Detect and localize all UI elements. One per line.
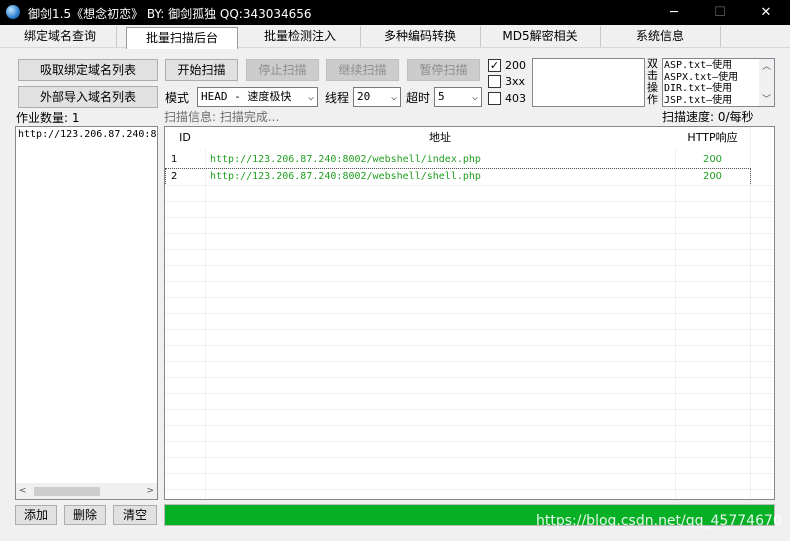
row-id: 1	[171, 154, 178, 165]
import-external-domains-button[interactable]: 外部导入域名列表	[18, 86, 158, 108]
mode-value: HEAD - 速度极快	[201, 90, 292, 103]
stop-scan-button[interactable]: 停止扫描	[246, 59, 319, 81]
check-icon: ✓	[489, 59, 500, 72]
row-url: http://123.206.87.240:8002/webshell/inde…	[210, 154, 481, 165]
job-count-label: 作业数量: 1	[16, 111, 80, 125]
tab-bar: 绑定域名查询 批量扫描后台 批量检测注入 多种编码转换 MD5解密相关 系统信息	[0, 25, 790, 49]
tab-domain-lookup[interactable]: 绑定域名查询	[4, 26, 117, 47]
chevron-down-icon: ⌵	[471, 92, 478, 103]
grid-line	[165, 345, 773, 346]
add-button[interactable]: 添加	[15, 505, 57, 525]
grid-line	[165, 281, 773, 282]
threads-label: 线程	[325, 91, 350, 105]
dictionary-item[interactable]: DIR.txt—使用	[664, 83, 738, 95]
grid-line	[165, 185, 773, 186]
grid-line	[165, 249, 773, 250]
status-3xx-label: 3xx	[505, 75, 526, 88]
mode-select[interactable]: HEAD - 速度极快 ⌵	[197, 87, 318, 107]
domain-list[interactable]: http://123.206.87.240:8002 < >	[15, 126, 158, 500]
tab-batch-injection[interactable]: 批量检测注入	[240, 26, 361, 47]
tab-batch-admin-scan[interactable]: 批量扫描后台	[126, 27, 238, 49]
threads-select[interactable]: 20 ⌵	[353, 87, 401, 107]
mode-label: 模式	[165, 91, 190, 105]
horizontal-scrollbar[interactable]: < >	[16, 483, 157, 499]
grid-line	[165, 201, 773, 202]
status-200-label: 200	[505, 59, 526, 72]
watermark: https://blog.csdn.net/qq_45774670	[536, 513, 782, 529]
minimize-icon: ─	[670, 5, 678, 20]
results-table[interactable]: ID 地址 HTTP响应 1 http://123.206.87.240:800…	[164, 126, 775, 500]
app-globe-icon	[6, 5, 20, 19]
chevron-down-icon: ⌵	[390, 92, 397, 103]
tab-encoding[interactable]: 多种编码转换	[360, 26, 481, 47]
list-item[interactable]: http://123.206.87.240:8002	[18, 128, 157, 142]
grid-line	[165, 313, 773, 314]
row-http-code: 200	[702, 171, 723, 182]
table-row[interactable]: 1 http://123.206.87.240:8002/webshell/in…	[165, 152, 749, 169]
chevron-down-icon: ⌵	[307, 92, 314, 103]
grid-line	[165, 457, 773, 458]
window-title: 御剑1.5《想念初恋》 BY: 御剑孤独 QQ:343034656	[28, 7, 312, 21]
row-url: http://123.206.87.240:8002/webshell/shel…	[210, 171, 481, 182]
double-click-hint: 双 击 操 作	[647, 57, 658, 106]
dictionary-list[interactable]: ASP.txt—使用 ASPX.txt—使用 DIR.txt—使用 JSP.tx…	[662, 58, 775, 107]
resume-scan-button[interactable]: 继续扫描	[326, 59, 399, 81]
status-403-label: 403	[505, 92, 526, 105]
column-header-url[interactable]: 地址	[205, 127, 676, 149]
grid-line	[165, 441, 773, 442]
grid-line	[165, 217, 773, 218]
scroll-up-icon[interactable]: ︿	[762, 59, 771, 72]
grid-line	[165, 425, 773, 426]
custom-path-textbox[interactable]	[532, 58, 645, 107]
timeout-select[interactable]: 5 ⌵	[434, 87, 482, 107]
timeout-label: 超时	[406, 91, 431, 105]
grid-line	[165, 409, 773, 410]
scan-speed-label: 扫描速度: 0/每秒	[662, 110, 754, 124]
pause-scan-button[interactable]: 暂停扫描	[407, 59, 480, 81]
row-id: 2	[171, 171, 178, 182]
grid-line	[165, 361, 773, 362]
status-3xx-checkbox[interactable]	[488, 75, 501, 88]
grid-line	[165, 297, 773, 298]
tab-system-info[interactable]: 系统信息	[600, 26, 721, 47]
status-403-checkbox[interactable]	[488, 92, 501, 105]
table-row[interactable]: 2 http://123.206.87.240:8002/webshell/sh…	[165, 168, 751, 186]
column-header-http[interactable]: HTTP响应	[675, 127, 751, 149]
start-scan-button[interactable]: 开始扫描	[165, 59, 238, 81]
grid-line	[165, 233, 773, 234]
scroll-down-icon[interactable]: ﹀	[762, 92, 771, 105]
close-button[interactable]: ✕	[743, 0, 789, 25]
grid-line	[165, 377, 773, 378]
timeout-value: 5	[438, 90, 445, 103]
scroll-left-icon[interactable]: <	[19, 486, 27, 496]
grid-line	[165, 393, 773, 394]
delete-button[interactable]: 删除	[64, 505, 106, 525]
threads-value: 20	[357, 90, 371, 103]
grid-line	[165, 265, 773, 266]
row-http-code: 200	[702, 154, 723, 165]
scroll-right-icon[interactable]: >	[146, 486, 154, 496]
title-bar: 御剑1.5《想念初恋》 BY: 御剑孤独 QQ:343034656 ─ ☐ ✕	[0, 0, 790, 25]
close-icon: ✕	[760, 5, 772, 20]
maximize-button[interactable]: ☐	[697, 0, 743, 25]
grid-line	[165, 329, 773, 330]
grid-line	[165, 489, 773, 490]
tab-md5[interactable]: MD5解密相关	[480, 26, 601, 47]
dictionary-item[interactable]: JSP.txt—使用	[664, 95, 738, 107]
column-header-id[interactable]: ID	[165, 127, 206, 149]
dictionary-item[interactable]: ASPX.txt—使用	[664, 72, 738, 84]
grid-line	[165, 473, 773, 474]
status-200-checkbox[interactable]: ✓	[488, 59, 501, 72]
vertical-scrollbar[interactable]: ︿ ﹀	[759, 59, 774, 106]
clear-button[interactable]: 清空	[113, 505, 157, 525]
import-bound-domains-button[interactable]: 吸取绑定域名列表	[18, 59, 158, 81]
maximize-icon: ☐	[714, 5, 726, 20]
dictionary-item[interactable]: ASP.txt—使用	[664, 60, 738, 72]
scan-info-label: 扫描信息: 扫描完成...	[164, 110, 280, 124]
minimize-button[interactable]: ─	[651, 0, 697, 25]
scroll-thumb[interactable]	[34, 487, 100, 496]
